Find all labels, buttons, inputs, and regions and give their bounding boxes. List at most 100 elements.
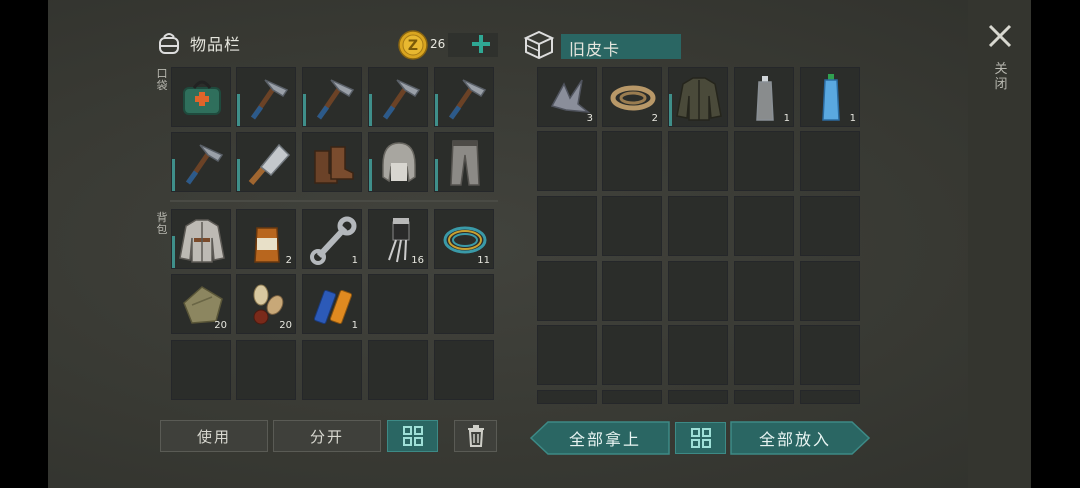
backpack-slot[interactable] <box>302 340 362 400</box>
jacket-icon <box>172 210 232 270</box>
container-slot[interactable] <box>734 390 794 404</box>
container-slot[interactable]: 1 <box>800 67 860 127</box>
pocket-slot[interactable] <box>302 132 362 192</box>
container-slot[interactable] <box>800 390 860 404</box>
pocket-slot[interactable] <box>368 132 428 192</box>
put-all-button[interactable]: 全部放入 <box>730 421 870 455</box>
backpack-slot[interactable] <box>171 209 231 269</box>
container-sort-button[interactable] <box>675 422 726 454</box>
pocket-slot[interactable] <box>434 132 494 192</box>
section-divider <box>170 200 498 202</box>
container-slot[interactable] <box>537 390 597 404</box>
durability-bar <box>669 94 672 126</box>
container-slot[interactable] <box>668 261 728 321</box>
container-slot[interactable] <box>537 131 597 191</box>
backpack-slot[interactable]: 20 <box>171 274 231 334</box>
backpack-slot[interactable]: 11 <box>434 209 494 269</box>
cleaver-icon <box>237 133 297 193</box>
item-count: 1 <box>849 113 856 124</box>
container-slot[interactable]: 3 <box>537 67 597 127</box>
backpack-icon <box>159 33 179 54</box>
item-count: 1 <box>351 320 358 331</box>
container-slot[interactable] <box>537 196 597 256</box>
container-slot[interactable]: 1 <box>734 67 794 127</box>
durability-bar <box>435 94 438 126</box>
pocket-slot[interactable] <box>368 67 428 127</box>
use-button[interactable]: 使用 <box>160 420 268 452</box>
container-slot[interactable] <box>734 131 794 191</box>
fur-hat-icon <box>369 133 429 193</box>
container-slot[interactable] <box>602 390 662 404</box>
backpack-slot[interactable]: 1 <box>302 209 362 269</box>
backpack-slot[interactable] <box>434 274 494 334</box>
grid-icon <box>690 428 711 448</box>
durability-bar <box>369 94 372 126</box>
durability-bar <box>237 159 240 191</box>
durability-bar <box>369 159 372 191</box>
durability-bar <box>172 236 175 268</box>
close-icon <box>988 24 1012 48</box>
container-slot[interactable] <box>800 325 860 385</box>
backpack-slot[interactable] <box>368 274 428 334</box>
container-slot[interactable]: 2 <box>602 67 662 127</box>
container-slot[interactable] <box>734 261 794 321</box>
split-button[interactable]: 分开 <box>273 420 381 452</box>
container-slot[interactable] <box>668 325 728 385</box>
trash-button[interactable] <box>454 420 497 452</box>
item-count: 11 <box>477 255 490 266</box>
pants-icon <box>435 133 495 193</box>
durability-bar <box>172 159 175 191</box>
container-slot[interactable] <box>668 390 728 404</box>
container-slot[interactable] <box>537 325 597 385</box>
pocket-slot[interactable] <box>236 67 296 127</box>
backpack-slot[interactable]: 1 <box>302 274 362 334</box>
pocket-slot[interactable] <box>236 132 296 192</box>
add-coins-button[interactable] <box>468 31 494 57</box>
pocket-slot[interactable] <box>171 132 231 192</box>
container-slot[interactable] <box>800 196 860 256</box>
container-slot[interactable] <box>668 67 728 127</box>
container-slot[interactable] <box>537 261 597 321</box>
pickaxe-icon <box>435 68 495 128</box>
durability-bar <box>303 94 306 126</box>
pocket-slot[interactable] <box>302 67 362 127</box>
item-count: 20 <box>214 320 227 331</box>
backpack-slot[interactable]: 16 <box>368 209 428 269</box>
close-label: 关闭 <box>994 62 1008 92</box>
pickaxe-icon <box>303 68 363 128</box>
backpack-slot[interactable]: 20 <box>236 274 296 334</box>
pocket-label: 口袋 <box>156 67 168 92</box>
container-title: 旧皮卡 <box>569 40 621 59</box>
take-all-label: 全部拿上 <box>568 430 641 449</box>
item-count: 2 <box>651 113 658 124</box>
container-slot[interactable] <box>668 131 728 191</box>
pocket-slot[interactable] <box>171 67 231 127</box>
container-slot[interactable] <box>734 325 794 385</box>
container-slot[interactable] <box>800 261 860 321</box>
durability-bar <box>237 94 240 126</box>
backpack-slot[interactable] <box>434 340 494 400</box>
pickaxe-icon <box>369 68 429 128</box>
backpack-slot[interactable] <box>368 340 428 400</box>
container-slot[interactable] <box>668 196 728 256</box>
backpack-slot[interactable] <box>236 340 296 400</box>
container-slot[interactable] <box>734 196 794 256</box>
container-slot[interactable] <box>602 131 662 191</box>
svg-text:Z: Z <box>408 38 418 54</box>
take-all-button[interactable]: 全部拿上 <box>530 421 670 455</box>
item-count: 3 <box>586 113 593 124</box>
close-button[interactable] <box>986 22 1014 50</box>
sort-button[interactable] <box>387 420 438 452</box>
backpack-slot[interactable]: 2 <box>236 209 296 269</box>
container-slot[interactable] <box>602 325 662 385</box>
pickaxe-icon <box>172 133 232 193</box>
backpack-slot[interactable] <box>171 340 231 400</box>
container-slot[interactable] <box>800 131 860 191</box>
container-slot[interactable] <box>602 196 662 256</box>
pickaxe-icon <box>237 68 297 128</box>
leather-jacket-icon <box>669 68 729 128</box>
trash-icon <box>467 425 484 447</box>
pocket-slot[interactable] <box>434 67 494 127</box>
crate-icon <box>523 30 555 60</box>
container-slot[interactable] <box>602 261 662 321</box>
